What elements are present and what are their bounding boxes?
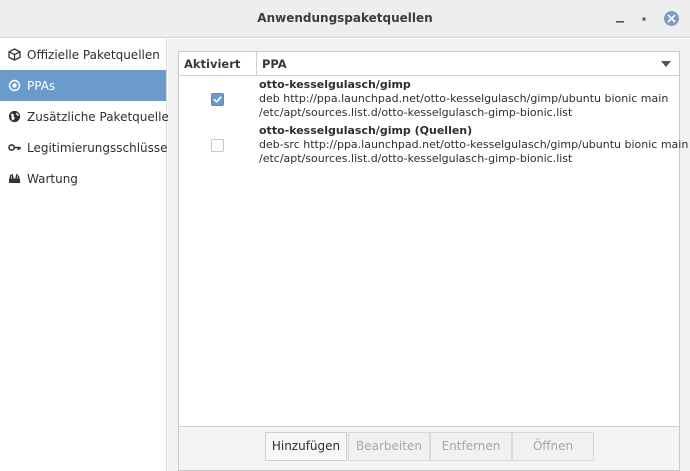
column-header-ppa[interactable]: PPA [257,52,679,76]
remove-button[interactable]: Entfernen [430,432,512,461]
maximize-icon[interactable] [637,12,651,26]
open-button[interactable]: Öffnen [512,432,594,461]
column-header-label: PPA [262,57,287,71]
enabled-checkbox[interactable] [211,93,224,106]
button-bar: Hinzufügen Bearbeiten Entfernen Öffnen [179,426,679,470]
sidebar-item-label: Legitimierungsschlüssel [27,140,171,155]
table-row[interactable]: otto-kesselgulasch/gimp (Quellen) deb-sr… [179,124,689,168]
sidebar-item-maintenance[interactable]: Wartung [0,163,166,194]
sidebar-item-label: Wartung [27,171,78,186]
column-header-enabled[interactable]: Aktiviert [179,52,257,76]
ppa-file-path: /etc/apt/sources.list.d/otto-kesselgulas… [259,152,573,165]
sidebar: Offizielle Paketquellen PPAs Zusätzliche… [0,39,176,471]
close-icon[interactable] [664,11,679,26]
sidebar-item-official-sources[interactable]: Offizielle Paketquellen [0,39,166,70]
ppa-cell: otto-kesselgulasch/gimp deb http://ppa.l… [259,78,679,120]
ppa-source-line: deb http://ppa.launchpad.net/otto-kessel… [259,92,669,105]
minimize-icon[interactable] [613,12,627,26]
window-title: Anwendungspaketquellen [257,11,433,25]
ppa-name: otto-kesselgulasch/gimp (Quellen) [259,124,473,137]
sidebar-item-keys[interactable]: Legitimierungsschlüssel [0,132,171,163]
sidebar-item-label: Zusätzliche Paketquellen [27,109,177,124]
key-icon [8,141,21,154]
title-bar[interactable]: Anwendungspaketquellen [0,0,690,38]
main-content: Aktiviert PPA otto-kesselgulasch/gimp de… [168,39,690,471]
app-window: Anwendungspaketquellen Offizielle Paketq… [0,0,690,471]
tools-icon [8,172,21,185]
table-row[interactable]: otto-kesselgulasch/gimp deb http://ppa.l… [179,78,679,122]
ppa-file-path: /etc/apt/sources.list.d/otto-kesselgulas… [259,106,573,119]
sidebar-item-label: Offizielle Paketquellen [27,47,160,62]
sidebar-item-label: PPAs [27,78,56,93]
table-header: Aktiviert PPA [179,52,679,76]
package-icon [8,48,21,61]
sidebar-item-ppas[interactable]: PPAs [0,70,166,101]
ppa-cell: otto-kesselgulasch/gimp (Quellen) deb-sr… [259,124,689,166]
edit-button[interactable]: Bearbeiten [348,432,430,461]
add-button[interactable]: Hinzufügen [265,432,347,461]
globe-icon [8,110,21,123]
sidebar-item-additional-sources[interactable]: Zusätzliche Paketquellen [0,101,176,132]
ppa-name: otto-kesselgulasch/gimp [259,78,411,91]
enabled-checkbox[interactable] [211,139,224,152]
ppa-list-frame: Aktiviert PPA otto-kesselgulasch/gimp de… [178,51,689,471]
sort-arrow-icon [661,61,671,67]
ppa-source-line: deb-src http://ppa.launchpad.net/otto-ke… [259,138,689,151]
target-icon [8,79,21,92]
